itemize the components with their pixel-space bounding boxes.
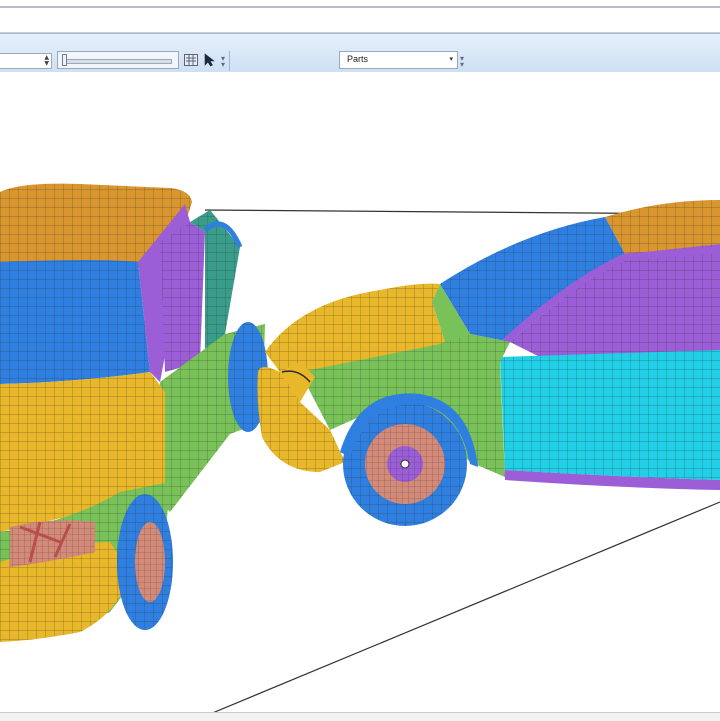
frame-divider xyxy=(0,6,720,8)
spin-arrows-icon[interactable]: ▲▼ xyxy=(44,55,49,67)
toolbar-grip-icon-2[interactable]: ▾▾ xyxy=(460,56,466,68)
left-car-mesh xyxy=(0,184,268,642)
select-cursor-icon[interactable] xyxy=(202,52,218,68)
counter-icon[interactable] xyxy=(183,52,199,68)
window-top-frame xyxy=(0,0,720,33)
toolbar-grip-icon[interactable]: ▾▾ xyxy=(221,56,227,68)
toolbar: ▲▼ ▾▾ Parts ▾ ▾▾ xyxy=(0,33,720,73)
crash-scene xyxy=(0,72,720,714)
right-car-mesh xyxy=(258,200,720,526)
slider-thumb[interactable] xyxy=(62,54,67,66)
toolbar-separator xyxy=(229,51,230,71)
parts-select[interactable]: Parts ▾ xyxy=(339,51,458,69)
chevron-down-icon[interactable]: ▾ xyxy=(449,55,453,63)
frame-spin-input[interactable]: ▲▼ xyxy=(0,53,52,69)
animation-slider[interactable] xyxy=(57,51,179,69)
parts-select-value: Parts xyxy=(347,54,368,64)
slider-track xyxy=(64,59,172,64)
3d-viewport[interactable] xyxy=(0,72,720,714)
